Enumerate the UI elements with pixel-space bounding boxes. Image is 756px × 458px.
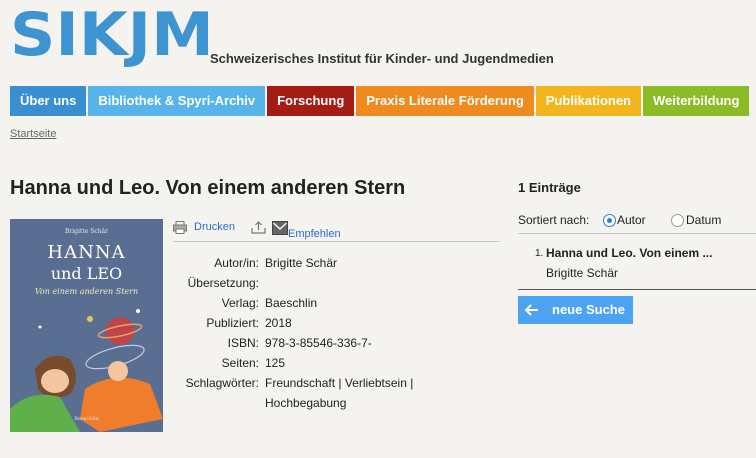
new-search-label: neue Suche [552, 302, 625, 317]
sort-date-label[interactable]: Datum [686, 213, 721, 227]
mail-icon[interactable] [272, 220, 288, 241]
sort-author-radio[interactable] [603, 214, 616, 227]
print-link[interactable]: Drucken [194, 221, 235, 233]
logo-text: SIKJM [10, 0, 214, 70]
book-details: Autor/in: Brigitte Schär Übersetzung: Ver… [173, 253, 500, 413]
sort-options: Sortiert nach: Autor Datum [518, 212, 756, 234]
nav-item-publikationen[interactable]: Publikationen [535, 86, 641, 116]
site-logo[interactable]: SIKJM [10, 5, 214, 65]
main-nav: Über uns Bibliothek & Spyri-Archiv Forsc… [10, 86, 756, 116]
breadcrumb-home-link[interactable]: Startseite [10, 128, 56, 140]
page-title: Hanna und Leo. Von einem anderen Stern [10, 177, 406, 199]
detail-row-isbn: ISBN: 978-3-85546-336-7- [227, 336, 372, 350]
share-icon[interactable] [251, 221, 266, 239]
cover-publisher: Baeschlin [74, 416, 99, 422]
nav-item-bibliothek[interactable]: Bibliothek & Spyri-Archiv [88, 86, 266, 116]
cover-author: Brigitte Schär [64, 228, 109, 235]
nav-item-weiterbildung[interactable]: Weiterbildung [643, 86, 750, 116]
detail-row-translation: Übersetzung: [187, 276, 259, 290]
result-title[interactable]: Hanna und Leo. Von einem ... [546, 246, 712, 260]
book-actions: Drucken Empfehlen [173, 220, 500, 242]
sort-author-label[interactable]: Autor [617, 213, 646, 227]
result-author: Brigitte Schär [546, 266, 619, 280]
sort-label: Sortiert nach: [518, 213, 590, 227]
result-number: 1. [535, 248, 544, 259]
cover-title-line1: HANNA [47, 242, 126, 263]
recommend-link[interactable]: Empfehlen [288, 228, 341, 240]
detail-row-keywords-cont: Hochbegabung [265, 396, 347, 410]
result-item[interactable]: 1. Hanna und Leo. Von einem ... Brigitte… [518, 242, 756, 290]
arrow-left-icon [524, 296, 540, 334]
sort-date-radio[interactable] [671, 214, 684, 227]
new-search-button[interactable]: neue Suche [518, 296, 633, 324]
nav-item-ueber-uns[interactable]: Über uns [10, 86, 87, 116]
detail-row-publisher: Verlag: Baeschlin [221, 296, 318, 310]
cover-title-line2: und LEO [50, 264, 123, 283]
detail-row-author: Autor/in: Brigitte Schär [214, 256, 338, 270]
book-cover-image: Brigitte Schär HANNA und LEO Von einem a… [10, 219, 163, 432]
detail-row-published: Publiziert: 2018 [206, 316, 292, 330]
site-name: Schweizerisches Institut für Kinder- und… [210, 51, 554, 66]
detail-row-pages: Seiten: 125 [221, 356, 286, 370]
printer-icon[interactable] [173, 221, 187, 239]
nav-item-forschung[interactable]: Forschung [267, 86, 355, 116]
results-panel: 1 Einträge Sortiert nach: Autor Datum 1.… [518, 180, 756, 324]
detail-row-keywords: Schlagwörter: Freundschaft | Verliebtsein… [185, 376, 414, 390]
results-count: 1 Einträge [518, 180, 581, 195]
cover-subtitle: Von einem anderen Stern [34, 287, 139, 296]
nav-item-praxis[interactable]: Praxis Literale Förderung [356, 86, 534, 116]
